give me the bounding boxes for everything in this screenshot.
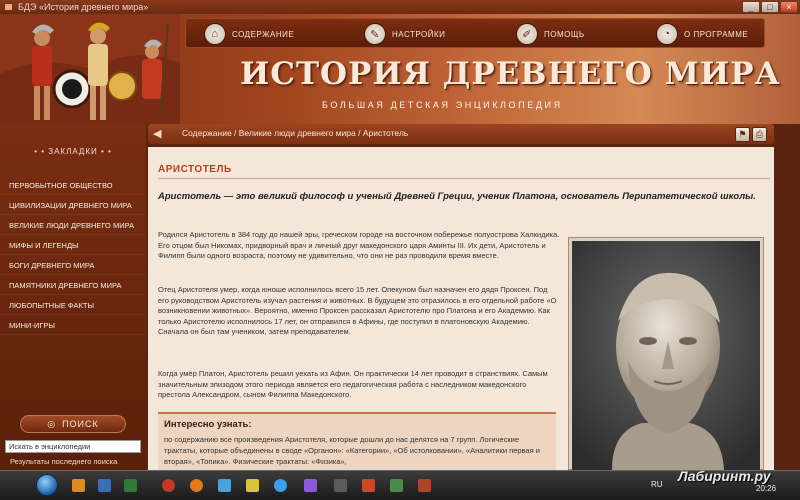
page-subtitle: БОЛЬШАЯ ДЕТСКАЯ ЭНЦИКЛОПЕДИЯ bbox=[322, 100, 563, 110]
nav-settings-button[interactable]: ✎ НАСТРОЙКИ bbox=[364, 22, 445, 46]
sidebar-item-gods[interactable]: БОГИ ДРЕВНЕГО МИРА bbox=[0, 256, 146, 275]
search-button[interactable]: ◎ ПОИСК bbox=[20, 415, 126, 433]
bookmark-button[interactable]: ⚑ bbox=[735, 127, 750, 142]
title-bar: БДЭ «История древнего мира» _ □ × bbox=[0, 0, 800, 14]
article-paragraph-3: Когда умер Платон, Аристотель решил уеха… bbox=[158, 369, 548, 399]
language-indicator[interactable]: RU bbox=[651, 480, 663, 489]
encyclopedia-taskbar-icon[interactable] bbox=[418, 479, 431, 492]
firefox-icon[interactable] bbox=[190, 479, 203, 492]
nav-about-button[interactable]: ◔ О ПРОГРАММЕ bbox=[656, 22, 748, 46]
back-arrow-icon[interactable]: ◀ bbox=[153, 128, 169, 140]
help-icon: ✐ bbox=[516, 23, 538, 45]
aristotle-bust-image bbox=[572, 241, 760, 470]
fact-box-title: Интересно узнать: bbox=[164, 419, 252, 430]
sidebar-item-monuments[interactable]: ПАМЯТНИКИ ДРЕВНЕГО МИРА bbox=[0, 276, 146, 295]
app-icon-red[interactable] bbox=[362, 479, 375, 492]
fact-box-text: по содержанию все произведения Аристотел… bbox=[164, 435, 540, 466]
article-title: АРИСТОТЕЛЬ bbox=[158, 164, 232, 175]
bookmarks-heading: • • ЗАКЛАДКИ • • bbox=[34, 147, 112, 156]
minimize-button[interactable]: _ bbox=[742, 1, 760, 13]
last-search-results-link[interactable]: Результаты последнего поиска bbox=[10, 457, 117, 466]
maximize-button[interactable]: □ bbox=[761, 1, 779, 13]
sidebar-item-facts[interactable]: ЛЮБОПЫТНЫЕ ФАКТЫ bbox=[0, 296, 146, 315]
close-button[interactable]: × bbox=[780, 1, 798, 13]
sidebar-item-myths[interactable]: МИФЫ И ЛЕГЕНДЫ bbox=[0, 236, 146, 255]
sidebar-item-civilizations[interactable]: ЦИВИЛИЗАЦИИ ДРЕВНЕГО МИРА bbox=[0, 196, 146, 215]
app-icon-lightblue[interactable] bbox=[218, 479, 231, 492]
nav-help-label: ПОМОЩЬ bbox=[544, 29, 585, 39]
page-title: ИСТОРИЯ ДРЕВНЕГО МИРА bbox=[240, 56, 781, 92]
app-icon bbox=[4, 3, 13, 11]
clock[interactable]: 20:26 bbox=[756, 484, 776, 493]
warriors-illustration bbox=[0, 14, 180, 124]
article-paragraph-1: Родился Аристотель в 384 году до нашей э… bbox=[158, 230, 560, 260]
app-icon-purple[interactable] bbox=[304, 479, 317, 492]
app-icon-green[interactable] bbox=[124, 479, 137, 492]
wrench-icon: ✎ bbox=[364, 23, 386, 45]
watermark: Лабиринт.ру bbox=[678, 468, 771, 484]
nav-help-button[interactable]: ✐ ПОМОЩЬ bbox=[516, 22, 585, 46]
breadcrumb[interactable]: Содержание / Великие люди древнего мира … bbox=[182, 128, 408, 138]
skype-icon[interactable] bbox=[274, 479, 287, 492]
folder-icon[interactable] bbox=[72, 479, 85, 492]
home-icon: ⌂ bbox=[204, 23, 226, 45]
sidebar-item-primitive-society[interactable]: ПЕРВОБЫТНОЕ ОБЩЕСТВО bbox=[0, 176, 146, 195]
nav-contents-label: СОДЕРЖАНИЕ bbox=[232, 29, 295, 39]
top-navigation: ⌂ СОДЕРЖАНИЕ ✎ НАСТРОЙКИ ✐ ПОМОЩЬ ◔ О ПР… bbox=[185, 18, 765, 48]
window-title: БДЭ «История древнего мира» bbox=[18, 2, 149, 12]
search-icon: ◎ bbox=[47, 418, 57, 429]
app-icon-blue[interactable] bbox=[98, 479, 111, 492]
article-paragraph-2: Отец Аристотеля умер, когда юноше исполн… bbox=[158, 285, 557, 336]
search-input[interactable] bbox=[5, 440, 141, 453]
print-button[interactable]: ⎙ bbox=[752, 127, 767, 142]
start-button[interactable] bbox=[36, 474, 58, 496]
nav-settings-label: НАСТРОЙКИ bbox=[392, 29, 446, 39]
nav-about-label: О ПРОГРАММЕ bbox=[684, 29, 749, 39]
app-icon-yellow[interactable] bbox=[246, 479, 259, 492]
info-icon: ◔ bbox=[656, 23, 678, 45]
search-button-label: ПОИСК bbox=[62, 419, 99, 429]
sidebar-item-mini-games[interactable]: МИНИ-ИГРЫ bbox=[0, 316, 146, 335]
opera-icon[interactable] bbox=[162, 479, 175, 492]
app-icon-gray[interactable] bbox=[334, 479, 347, 492]
nav-contents-button[interactable]: ⌂ СОДЕРЖАНИЕ bbox=[204, 22, 294, 46]
title-divider bbox=[158, 178, 770, 179]
app-icon-darkgreen[interactable] bbox=[390, 479, 403, 492]
sidebar-item-great-people[interactable]: ВЕЛИКИЕ ЛЮДИ ДРЕВНЕГО МИРА bbox=[0, 216, 146, 235]
article-lead: Аристотель — это великий философ и учены… bbox=[158, 191, 756, 202]
